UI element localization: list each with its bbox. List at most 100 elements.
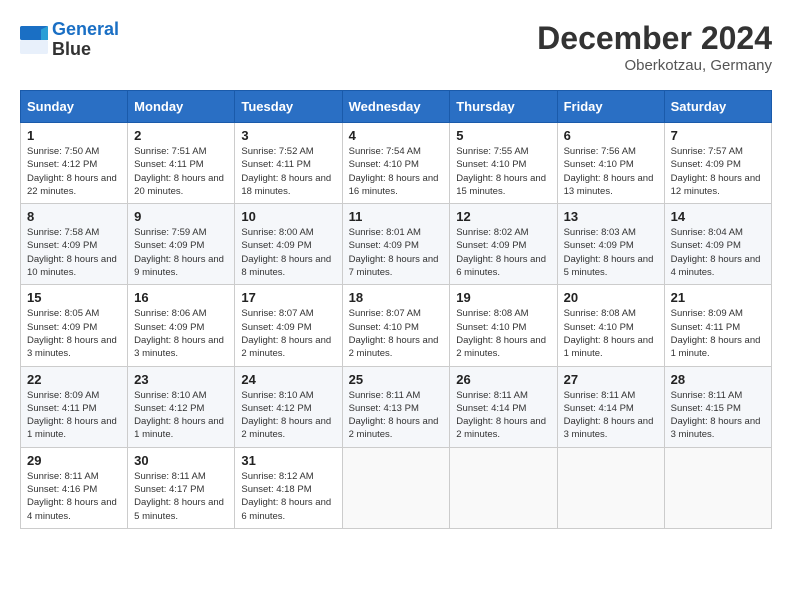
weekday-header-tuesday: Tuesday	[235, 91, 342, 123]
calendar-cell: 27 Sunrise: 8:11 AMSunset: 4:14 PMDayligh…	[557, 366, 664, 447]
day-number: 4	[349, 128, 444, 143]
location-subtitle: Oberkotzau, Germany	[537, 57, 772, 74]
day-info: Sunrise: 7:52 AMSunset: 4:11 PMDaylight:…	[241, 145, 335, 198]
page-header: General Blue December 2024 Oberkotzau, G…	[20, 20, 772, 74]
week-row-5: 29 Sunrise: 8:11 AMSunset: 4:16 PMDayligh…	[21, 447, 772, 528]
calendar-cell: 5Sunrise: 7:55 AMSunset: 4:10 PMDaylight…	[450, 123, 557, 204]
day-info: Sunrise: 8:07 AMSunset: 4:10 PMDaylight:…	[349, 307, 444, 360]
logo-text: General Blue	[52, 20, 119, 60]
calendar-cell: 26Sunrise: 8:11 AMSunset: 4:14 PMDayligh…	[450, 366, 557, 447]
week-row-1: 1 Sunrise: 7:50 AMSunset: 4:12 PMDaylight…	[21, 123, 772, 204]
weekday-header-saturday: Saturday	[664, 91, 771, 123]
calendar-cell: 8 Sunrise: 7:58 AMSunset: 4:09 PMDaylight…	[21, 204, 128, 285]
day-info: Sunrise: 7:50 AMSunset: 4:12 PMDaylight:…	[27, 145, 121, 198]
day-info: Sunrise: 8:07 AMSunset: 4:09 PMDaylight:…	[241, 307, 335, 360]
day-info: Sunrise: 8:09 AMSunset: 4:11 PMDaylight:…	[27, 389, 121, 442]
day-number: 20	[564, 290, 658, 305]
day-info: Sunrise: 8:04 AMSunset: 4:09 PMDaylight:…	[671, 226, 765, 279]
day-number: 6	[564, 128, 658, 143]
weekday-header-thursday: Thursday	[450, 91, 557, 123]
day-number: 24	[241, 372, 335, 387]
day-info: Sunrise: 8:11 AMSunset: 4:17 PMDaylight:…	[134, 470, 228, 523]
calendar-cell: 15Sunrise: 8:05 AMSunset: 4:09 PMDayligh…	[21, 285, 128, 366]
day-number: 17	[241, 290, 335, 305]
day-info: Sunrise: 8:10 AMSunset: 4:12 PMDaylight:…	[134, 389, 228, 442]
calendar-cell: 7 Sunrise: 7:57 AMSunset: 4:09 PMDaylight…	[664, 123, 771, 204]
calendar-cell: 23Sunrise: 8:10 AMSunset: 4:12 PMDayligh…	[128, 366, 235, 447]
day-number: 21	[671, 290, 765, 305]
day-number: 13	[564, 209, 658, 224]
calendar-cell	[342, 447, 450, 528]
weekday-header-sunday: Sunday	[21, 91, 128, 123]
calendar-cell: 28 Sunrise: 8:11 AMSunset: 4:15 PMDayligh…	[664, 366, 771, 447]
calendar-cell: 30 Sunrise: 8:11 AMSunset: 4:17 PMDayligh…	[128, 447, 235, 528]
day-number: 10	[241, 209, 335, 224]
calendar-cell: 14 Sunrise: 8:04 AMSunset: 4:09 PMDayligh…	[664, 204, 771, 285]
day-info: Sunrise: 8:11 AMSunset: 4:14 PMDaylight:…	[564, 389, 658, 442]
day-number: 22	[27, 372, 121, 387]
calendar-cell: 31 Sunrise: 8:12 AMSunset: 4:18 PMDayligh…	[235, 447, 342, 528]
calendar-cell: 12Sunrise: 8:02 AMSunset: 4:09 PMDayligh…	[450, 204, 557, 285]
calendar-cell: 17 Sunrise: 8:07 AMSunset: 4:09 PMDayligh…	[235, 285, 342, 366]
calendar-cell: 22 Sunrise: 8:09 AMSunset: 4:11 PMDayligh…	[21, 366, 128, 447]
calendar-table: SundayMondayTuesdayWednesdayThursdayFrid…	[20, 90, 772, 529]
calendar-cell: 13 Sunrise: 8:03 AMSunset: 4:09 PMDayligh…	[557, 204, 664, 285]
week-row-3: 15Sunrise: 8:05 AMSunset: 4:09 PMDayligh…	[21, 285, 772, 366]
calendar-cell	[450, 447, 557, 528]
day-number: 29	[27, 453, 121, 468]
calendar-cell: 20 Sunrise: 8:08 AMSunset: 4:10 PMDayligh…	[557, 285, 664, 366]
day-number: 18	[349, 290, 444, 305]
calendar-cell: 1 Sunrise: 7:50 AMSunset: 4:12 PMDaylight…	[21, 123, 128, 204]
calendar-cell: 19 Sunrise: 8:08 AMSunset: 4:10 PMDayligh…	[450, 285, 557, 366]
day-info: Sunrise: 7:57 AMSunset: 4:09 PMDaylight:…	[671, 145, 765, 198]
calendar-body: 1 Sunrise: 7:50 AMSunset: 4:12 PMDaylight…	[21, 123, 772, 529]
day-number: 1	[27, 128, 121, 143]
weekday-header-wednesday: Wednesday	[342, 91, 450, 123]
day-info: Sunrise: 8:06 AMSunset: 4:09 PMDaylight:…	[134, 307, 228, 360]
month-title: December 2024	[537, 20, 772, 57]
day-info: Sunrise: 8:11 AMSunset: 4:15 PMDaylight:…	[671, 389, 765, 442]
day-info: Sunrise: 7:54 AMSunset: 4:10 PMDaylight:…	[349, 145, 444, 198]
weekday-header-monday: Monday	[128, 91, 235, 123]
day-info: Sunrise: 8:02 AMSunset: 4:09 PMDaylight:…	[456, 226, 550, 279]
day-number: 11	[349, 209, 444, 224]
weekday-header-friday: Friday	[557, 91, 664, 123]
day-number: 7	[671, 128, 765, 143]
calendar-cell: 10 Sunrise: 8:00 AMSunset: 4:09 PMDayligh…	[235, 204, 342, 285]
title-block: December 2024 Oberkotzau, Germany	[537, 20, 772, 74]
day-info: Sunrise: 8:12 AMSunset: 4:18 PMDaylight:…	[241, 470, 335, 523]
day-info: Sunrise: 8:00 AMSunset: 4:09 PMDaylight:…	[241, 226, 335, 279]
day-info: Sunrise: 8:08 AMSunset: 4:10 PMDaylight:…	[564, 307, 658, 360]
calendar-cell	[664, 447, 771, 528]
day-number: 15	[27, 290, 121, 305]
day-number: 2	[134, 128, 228, 143]
calendar-cell: 21 Sunrise: 8:09 AMSunset: 4:11 PMDayligh…	[664, 285, 771, 366]
calendar-cell: 4 Sunrise: 7:54 AMSunset: 4:10 PMDaylight…	[342, 123, 450, 204]
calendar-cell: 6 Sunrise: 7:56 AMSunset: 4:10 PMDaylight…	[557, 123, 664, 204]
day-number: 28	[671, 372, 765, 387]
day-number: 14	[671, 209, 765, 224]
day-number: 19	[456, 290, 550, 305]
day-number: 8	[27, 209, 121, 224]
day-info: Sunrise: 8:08 AMSunset: 4:10 PMDaylight:…	[456, 307, 550, 360]
day-info: Sunrise: 7:56 AMSunset: 4:10 PMDaylight:…	[564, 145, 658, 198]
day-info: Sunrise: 8:09 AMSunset: 4:11 PMDaylight:…	[671, 307, 765, 360]
calendar-cell: 24Sunrise: 8:10 AMSunset: 4:12 PMDayligh…	[235, 366, 342, 447]
calendar-cell: 25Sunrise: 8:11 AMSunset: 4:13 PMDayligh…	[342, 366, 450, 447]
day-number: 27	[564, 372, 658, 387]
week-row-2: 8 Sunrise: 7:58 AMSunset: 4:09 PMDaylight…	[21, 204, 772, 285]
day-number: 3	[241, 128, 335, 143]
day-info: Sunrise: 8:11 AMSunset: 4:14 PMDaylight:…	[456, 389, 550, 442]
day-number: 31	[241, 453, 335, 468]
day-info: Sunrise: 8:03 AMSunset: 4:09 PMDaylight:…	[564, 226, 658, 279]
calendar-cell: 29 Sunrise: 8:11 AMSunset: 4:16 PMDayligh…	[21, 447, 128, 528]
logo-icon	[20, 26, 48, 54]
day-number: 25	[349, 372, 444, 387]
day-info: Sunrise: 8:11 AMSunset: 4:16 PMDaylight:…	[27, 470, 121, 523]
calendar-cell: 16 Sunrise: 8:06 AMSunset: 4:09 PMDayligh…	[128, 285, 235, 366]
day-number: 16	[134, 290, 228, 305]
day-number: 30	[134, 453, 228, 468]
week-row-4: 22 Sunrise: 8:09 AMSunset: 4:11 PMDayligh…	[21, 366, 772, 447]
day-info: Sunrise: 7:59 AMSunset: 4:09 PMDaylight:…	[134, 226, 228, 279]
day-info: Sunrise: 7:58 AMSunset: 4:09 PMDaylight:…	[27, 226, 121, 279]
